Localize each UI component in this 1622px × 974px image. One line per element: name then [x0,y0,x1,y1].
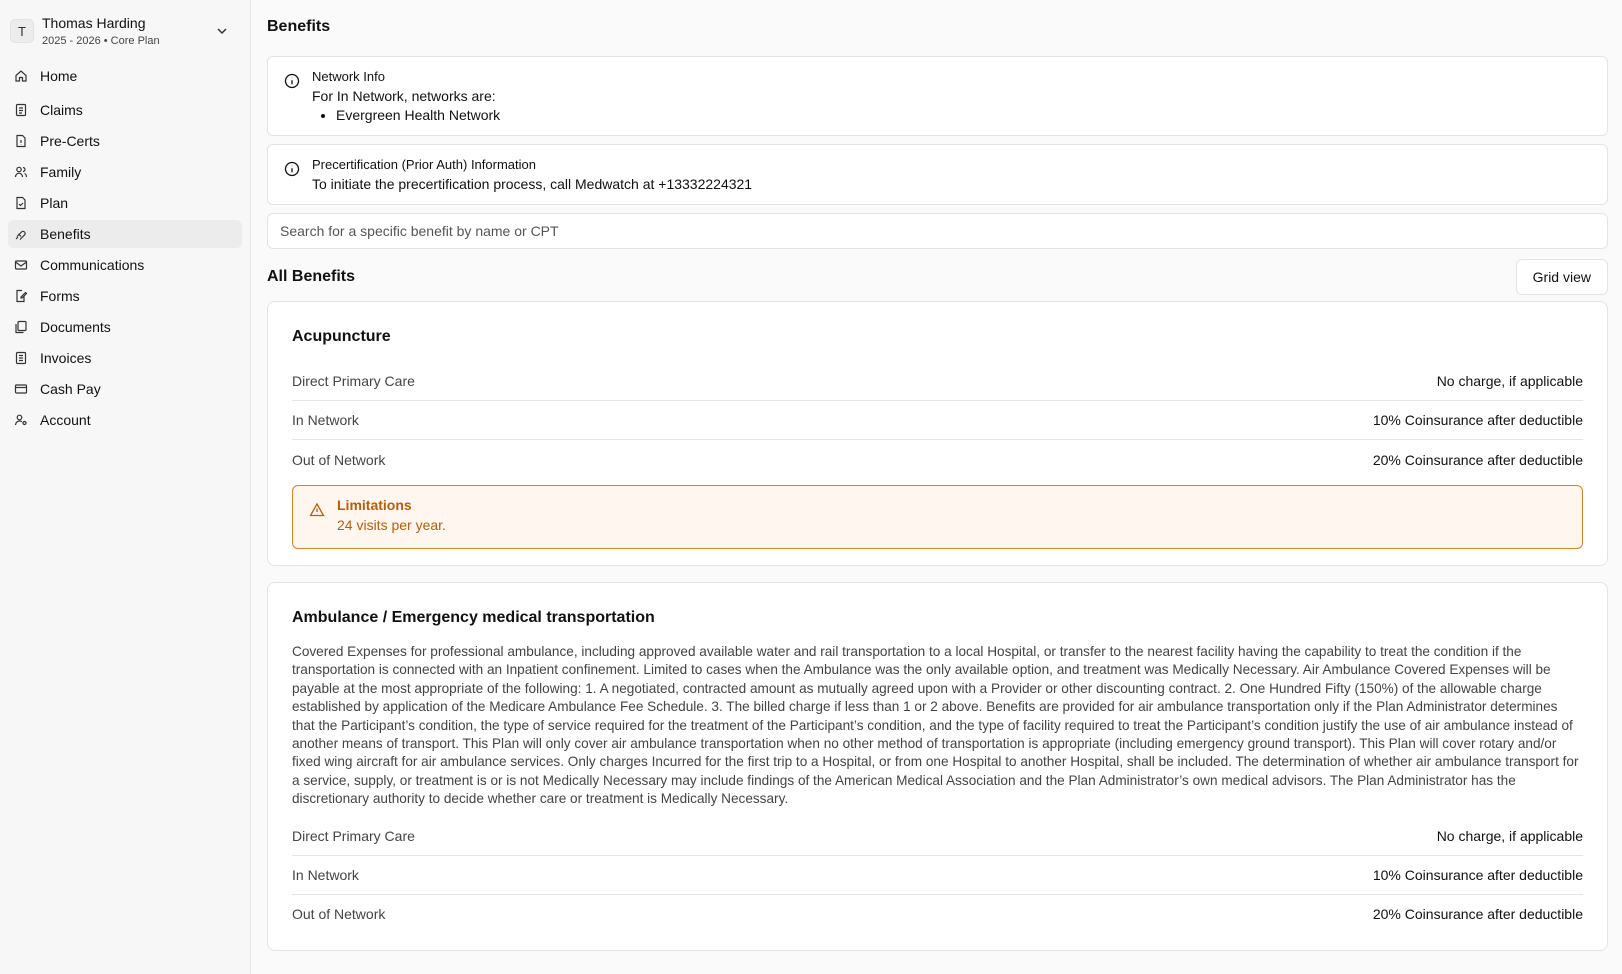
precert-icon [14,134,28,148]
warning-icon [309,502,325,517]
sidebar-item-family[interactable]: Family [8,158,242,186]
limitations-text: 24 visits per year. [337,517,446,533]
account-switcher[interactable]: T Thomas Harding 2025 - 2026 • Core Plan [8,8,242,52]
precert-info-box: Precertification (Prior Auth) Informatio… [267,144,1608,205]
account-name: Thomas Harding [42,14,146,31]
network-info-title: Network Info [312,69,385,84]
documents-icon [14,320,28,334]
sidebar-item-plan[interactable]: Plan [8,189,242,217]
sidebar-item-documents[interactable]: Documents [8,313,242,341]
network-list: Evergreen Health Network [336,106,1591,125]
benefit-title: Ambulance / Emergency medical transporta… [292,609,655,626]
sidebar-item-forms[interactable]: Forms [8,282,242,310]
chevron-down-icon [217,28,227,35]
row-label: Direct Primary Care [292,373,415,389]
limitations-title: Limitations [337,497,412,513]
row-value: 10% Coinsurance after deductible [1372,866,1583,883]
account-icon [14,413,28,427]
info-icon [284,161,300,177]
sidebar-item-pre-certs[interactable]: Pre-Certs [8,127,242,155]
benefit-row: Direct Primary Care No charge, if applic… [292,362,1583,401]
benefit-row: Direct Primary Care No charge, if applic… [292,817,1583,856]
benefit-card-ambulance: Ambulance / Emergency medical transporta… [267,582,1608,951]
sidebar-item-account[interactable]: Account [8,406,242,434]
card-icon [14,382,28,396]
sidebar-item-communications[interactable]: Communications [8,251,242,279]
family-icon [14,165,28,179]
sidebar-item-label: Cash Pay [40,381,101,397]
precert-info-text: To initiate the precertification process… [312,176,753,192]
sidebar-item-label: Documents [40,319,111,335]
benefit-row: Out of Network 20% Coinsurance after ded… [292,440,1583,479]
row-value: 20% Coinsurance after deductible [1372,906,1583,923]
sidebar-item-label: Invoices [40,350,92,366]
sidebar-item-home[interactable]: Home [8,62,242,90]
sidebar-item-benefits[interactable]: Benefits [8,220,242,248]
benefit-row: In Network 10% Coinsurance after deducti… [292,401,1583,440]
row-label: In Network [292,412,359,428]
avatar: T [10,19,34,43]
network-info-text: For In Network, networks are: [312,88,496,104]
page-title: Benefits [267,18,331,35]
sidebar-item-label: Communications [40,257,145,273]
row-value: No charge, if applicable [1436,827,1583,844]
invoices-icon [14,351,28,365]
main-content: Benefits Network Info For In Network, ne… [251,0,1622,974]
benefit-row: In Network 10% Coinsurance after deducti… [292,856,1583,895]
benefit-description: Covered Expenses for professional ambula… [292,644,1579,807]
sidebar-item-label: Plan [40,195,69,211]
sidebar-item-claims[interactable]: Claims [8,96,242,124]
claims-icon [14,103,28,117]
forms-icon [14,289,28,303]
plan-icon [14,196,28,210]
row-label: Direct Primary Care [292,827,415,844]
sidebar-item-cash-pay[interactable]: Cash Pay [8,375,242,403]
sidebar-item-invoices[interactable]: Invoices [8,344,242,372]
sidebar-item-label: Claims [40,102,83,118]
row-value: No charge, if applicable [1436,373,1583,389]
network-list-item: Evergreen Health Network [336,106,1591,125]
row-label: Out of Network [292,906,386,923]
grid-view-button[interactable]: Grid view [1515,259,1608,295]
benefit-search-input[interactable] [267,213,1608,249]
precert-info-title: Precertification (Prior Auth) Informatio… [312,157,536,172]
benefit-card-acupuncture: Acupuncture Direct Primary Care No charg… [267,301,1608,566]
sidebar-item-label: Home [40,68,78,84]
benefit-title: Acupuncture [292,328,391,345]
home-icon [14,69,28,83]
sidebar-item-label: Benefits [40,226,91,242]
network-info-box: Network Info For In Network, networks ar… [267,56,1608,136]
account-plan: 2025 - 2026 • Core Plan [42,34,160,47]
limitations-box: Limitations 24 visits per year. [292,485,1583,549]
row-value: 10% Coinsurance after deductible [1372,412,1583,428]
mail-icon [14,258,28,272]
row-value: 20% Coinsurance after deductible [1372,451,1583,468]
all-benefits-header: All Benefits Grid view [267,259,1608,295]
row-label: Out of Network [292,451,386,468]
sidebar-item-label: Family [40,164,82,180]
sidebar-item-label: Account [40,412,91,428]
sidebar-item-label: Forms [40,288,80,304]
row-label: In Network [292,866,359,883]
benefit-row: Out of Network 20% Coinsurance after ded… [292,895,1583,934]
sidebar-item-label: Pre-Certs [40,133,100,149]
all-benefits-title: All Benefits [267,268,356,285]
sidebar: T Thomas Harding 2025 - 2026 • Core Plan… [0,0,251,974]
info-icon [284,73,300,89]
benefits-icon [14,227,28,241]
